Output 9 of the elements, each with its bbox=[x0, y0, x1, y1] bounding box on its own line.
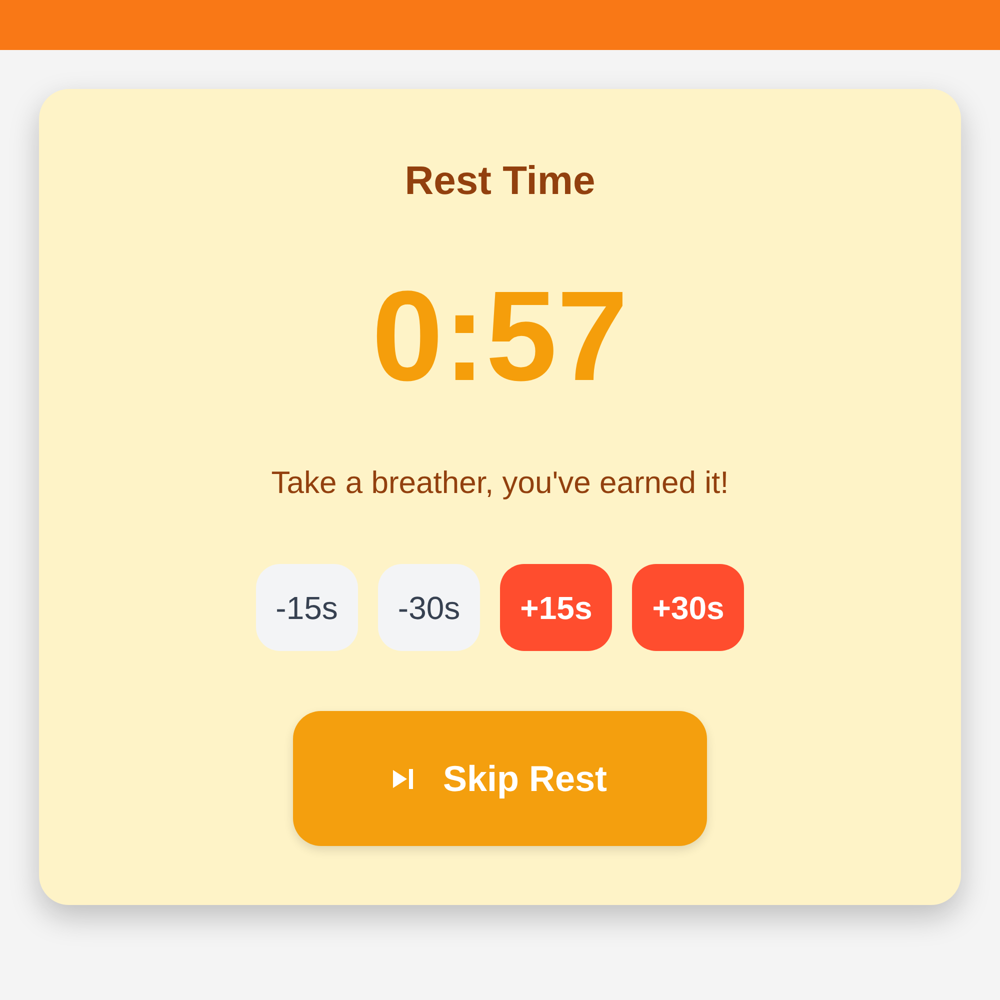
timer-display: 0:57 bbox=[372, 273, 628, 401]
skip-rest-button[interactable]: Skip Rest bbox=[293, 711, 707, 846]
skip-forward-icon bbox=[392, 768, 413, 788]
encouragement-message: Take a breather, you've earned it! bbox=[271, 465, 729, 501]
time-adjust-button[interactable]: -30s bbox=[378, 564, 480, 651]
time-adjust-button[interactable]: +15s bbox=[500, 564, 612, 651]
card-title: Rest Time bbox=[404, 158, 596, 205]
time-adjust-button[interactable]: -15s bbox=[256, 564, 358, 651]
time-adjust-button[interactable]: +30s bbox=[632, 564, 744, 651]
